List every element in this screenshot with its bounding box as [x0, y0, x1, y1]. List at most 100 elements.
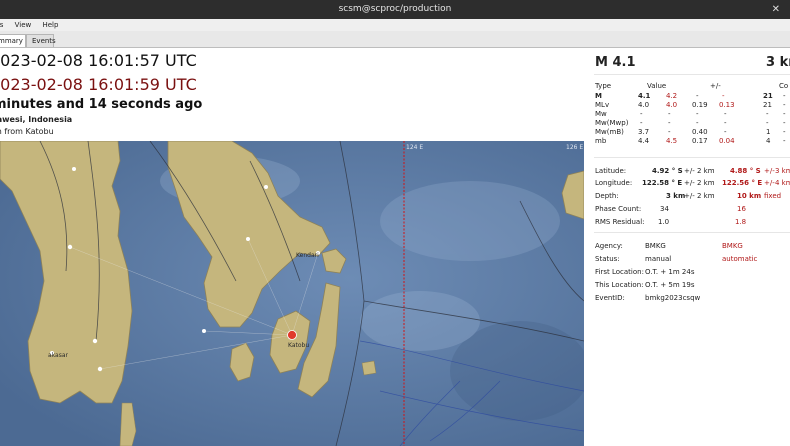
loc-label: RMS Residual: [595, 218, 645, 226]
mag-value-auto: - [668, 110, 671, 118]
mag-value: - [640, 110, 643, 118]
loc-error: 2 km [697, 167, 715, 175]
loc-pm-auto: +/- [764, 179, 775, 187]
loc-pm: +/- [684, 192, 695, 200]
loc-label: Phase Count: [595, 205, 642, 213]
loc-pm-auto: +/- [764, 167, 775, 175]
loc-pm: +/- [684, 167, 695, 175]
loc-fixed-auto: fixed [764, 192, 782, 200]
origin-time: 2023-02-08 16:01:57 UTC [0, 51, 197, 70]
loc-error-auto: 3 km [775, 167, 790, 175]
menu-bar: ons View Help [0, 19, 790, 31]
mag-pm-auto: - [722, 92, 725, 100]
mag-value: 3.7 [638, 128, 650, 136]
epicenter-marker[interactable] [287, 330, 297, 340]
station-marker [264, 185, 268, 189]
station-marker [72, 167, 76, 171]
mag-type: mb [595, 137, 607, 145]
loc-value: 3 km [666, 192, 686, 200]
info-value: O.T. + 5m 19s [645, 281, 695, 289]
window-titlebar: scsm@scproc/production ✕ [0, 0, 790, 19]
mag-value-auto: 4.5 [666, 137, 678, 145]
mag-value: 4.4 [638, 137, 650, 145]
mag-count-auto: - [783, 137, 786, 145]
loc-pm: +/- [684, 179, 695, 187]
tab-events[interactable]: Events [26, 34, 56, 47]
info-value-auto: automatic [722, 255, 758, 263]
tab-summary[interactable]: mmary [0, 34, 26, 47]
mag-pm: - [696, 92, 699, 100]
loc-value: 34 [660, 205, 669, 213]
mag-value: 4.1 [638, 92, 651, 100]
mag-pm-auto: - [724, 119, 727, 127]
info-label: EventID: [595, 294, 625, 302]
window-title: scsm@scproc/production [338, 4, 452, 14]
mag-value-auto: - [668, 119, 671, 127]
col-type: Type [595, 82, 612, 90]
loc-value-auto: 10 km [737, 192, 762, 200]
mag-type: MLv [595, 101, 610, 109]
loc-value-auto: 16 [737, 205, 746, 213]
city-label-kendari: Kendari [296, 252, 319, 259]
city-label-katobu: Katobu [288, 342, 309, 349]
info-value: BMKG [645, 242, 666, 250]
mag-pm-auto: 0.13 [719, 101, 735, 109]
close-icon[interactable]: ✕ [772, 0, 780, 19]
info-value-auto: BMKG [722, 242, 743, 250]
land-small-island [361, 360, 377, 376]
nearest-city: m from Katobu [0, 127, 54, 136]
loc-value: 122.58 ° E [642, 179, 683, 187]
info-label: This Location: [595, 281, 644, 289]
mag-count-auto: - [783, 92, 786, 100]
col-pm: +/- [710, 82, 721, 90]
mag-type: Mw [595, 110, 607, 118]
mag-pm: 0.40 [692, 128, 708, 136]
mag-pm: 0.19 [692, 101, 708, 109]
mag-count: - [766, 119, 769, 127]
mag-count-auto: - [783, 119, 786, 127]
loc-error: 2 km [697, 179, 715, 187]
menu-options[interactable]: ons [0, 19, 3, 31]
map-canvas[interactable]: 124 E 126 E Kendari Katobu akasar [0, 141, 584, 446]
grid-label-124: 124 E [406, 144, 423, 151]
mag-value: - [640, 119, 643, 127]
event-id[interactable]: bmkg2023csqw [645, 294, 700, 302]
mag-value-auto: 4.2 [666, 92, 678, 100]
loc-label: Depth: [595, 192, 619, 200]
loc-value-auto: 122.56 ° E [722, 179, 763, 187]
menu-help[interactable]: Help [42, 19, 58, 31]
time-ago: minutes and 14 seconds ago [0, 97, 203, 112]
mag-value-auto: - [668, 128, 671, 136]
mag-count: 21 [763, 92, 773, 100]
tab-bar: mmary Events [0, 31, 790, 48]
loc-label: Longitude: [595, 179, 633, 187]
mag-pm-auto: 0.04 [719, 137, 735, 145]
mag-type: M [595, 92, 602, 100]
divider [594, 232, 790, 233]
loc-value-auto: 4.88 ° S [730, 167, 761, 175]
station-marker [92, 338, 98, 344]
mag-pm-auto: - [724, 128, 727, 136]
station-marker [246, 237, 250, 241]
col-value: Value [647, 82, 667, 90]
info-value: O.T. + 1m 24s [645, 268, 695, 276]
info-label: First Location: [595, 268, 644, 276]
loc-value-auto: 1.8 [735, 218, 747, 226]
loc-label: Latitude: [595, 167, 627, 175]
mag-pm-auto: - [724, 110, 727, 118]
mag-count: - [766, 110, 769, 118]
event-map[interactable]: 124 E 126 E Kendari Katobu akasar [0, 141, 584, 446]
info-value: manual [645, 255, 672, 263]
info-label: Status: [595, 255, 620, 263]
event-time: 2023-02-08 16:01:59 UTC [0, 75, 197, 94]
mag-value: 4.0 [638, 101, 650, 109]
depth-title: 3 km [766, 55, 790, 70]
menu-view[interactable]: View [15, 19, 32, 31]
station-marker [202, 329, 206, 333]
mag-count: 1 [766, 128, 771, 136]
col-count: Co [779, 82, 789, 90]
mag-count: 4 [766, 137, 771, 145]
mag-type: Mw(Mwp) [595, 119, 629, 127]
loc-error-auto: 4 km [775, 179, 790, 187]
mag-count: 21 [763, 101, 772, 109]
